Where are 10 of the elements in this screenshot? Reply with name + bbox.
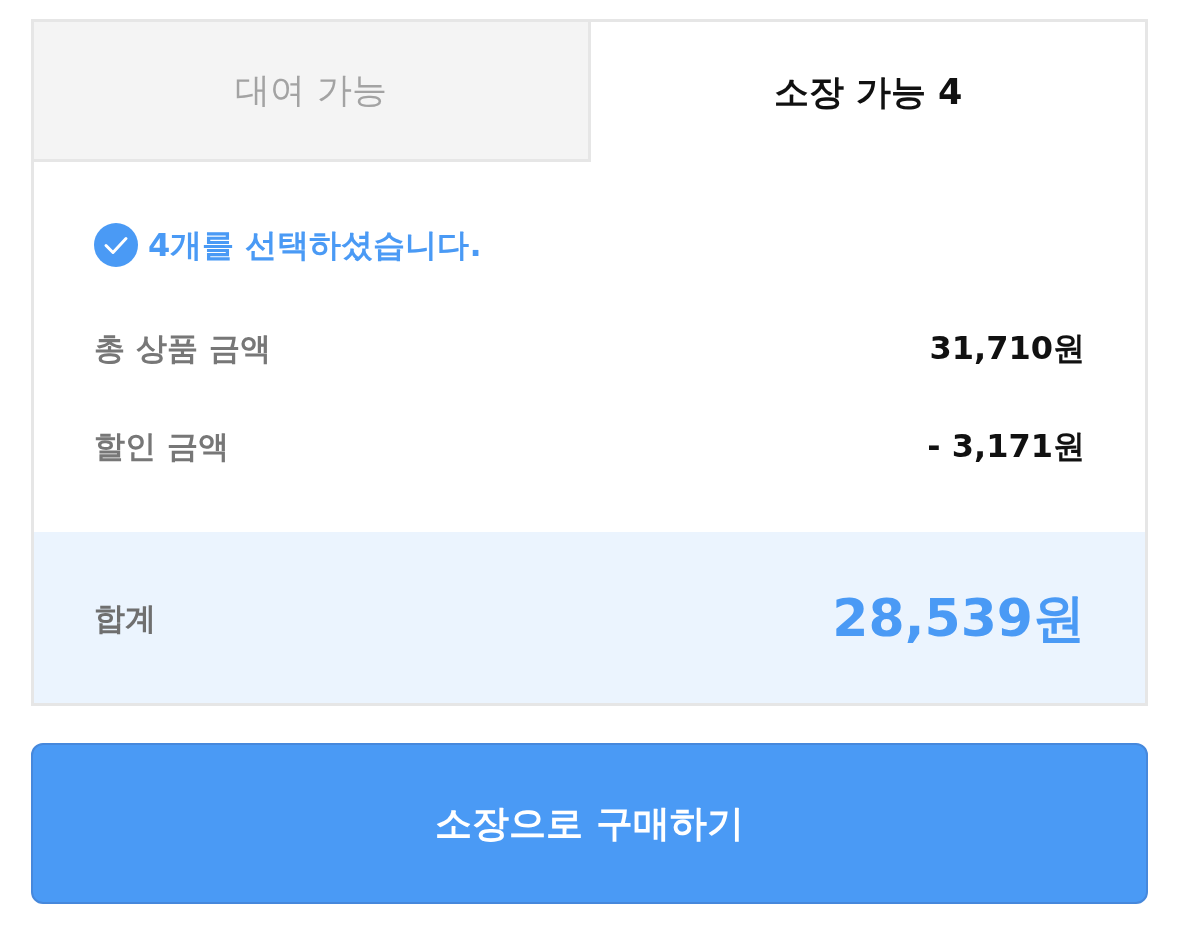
tab[interactable]: 대여 가능 bbox=[34, 22, 591, 162]
check-circle-icon bbox=[94, 223, 138, 267]
selection-notice: 4개를 선택하셨습니다. bbox=[148, 225, 482, 265]
total-amount: 28,539원 bbox=[832, 586, 1085, 650]
price-label: 할인 금액 bbox=[94, 427, 229, 466]
price-label: 총 상품 금액 bbox=[94, 329, 271, 368]
total-label: 합계 bbox=[94, 598, 156, 638]
price-value: - 3,171원 bbox=[927, 426, 1085, 466]
buy-button[interactable]: 소장으로 구매하기 bbox=[31, 743, 1148, 904]
price-value: 31,710원 bbox=[929, 328, 1085, 368]
